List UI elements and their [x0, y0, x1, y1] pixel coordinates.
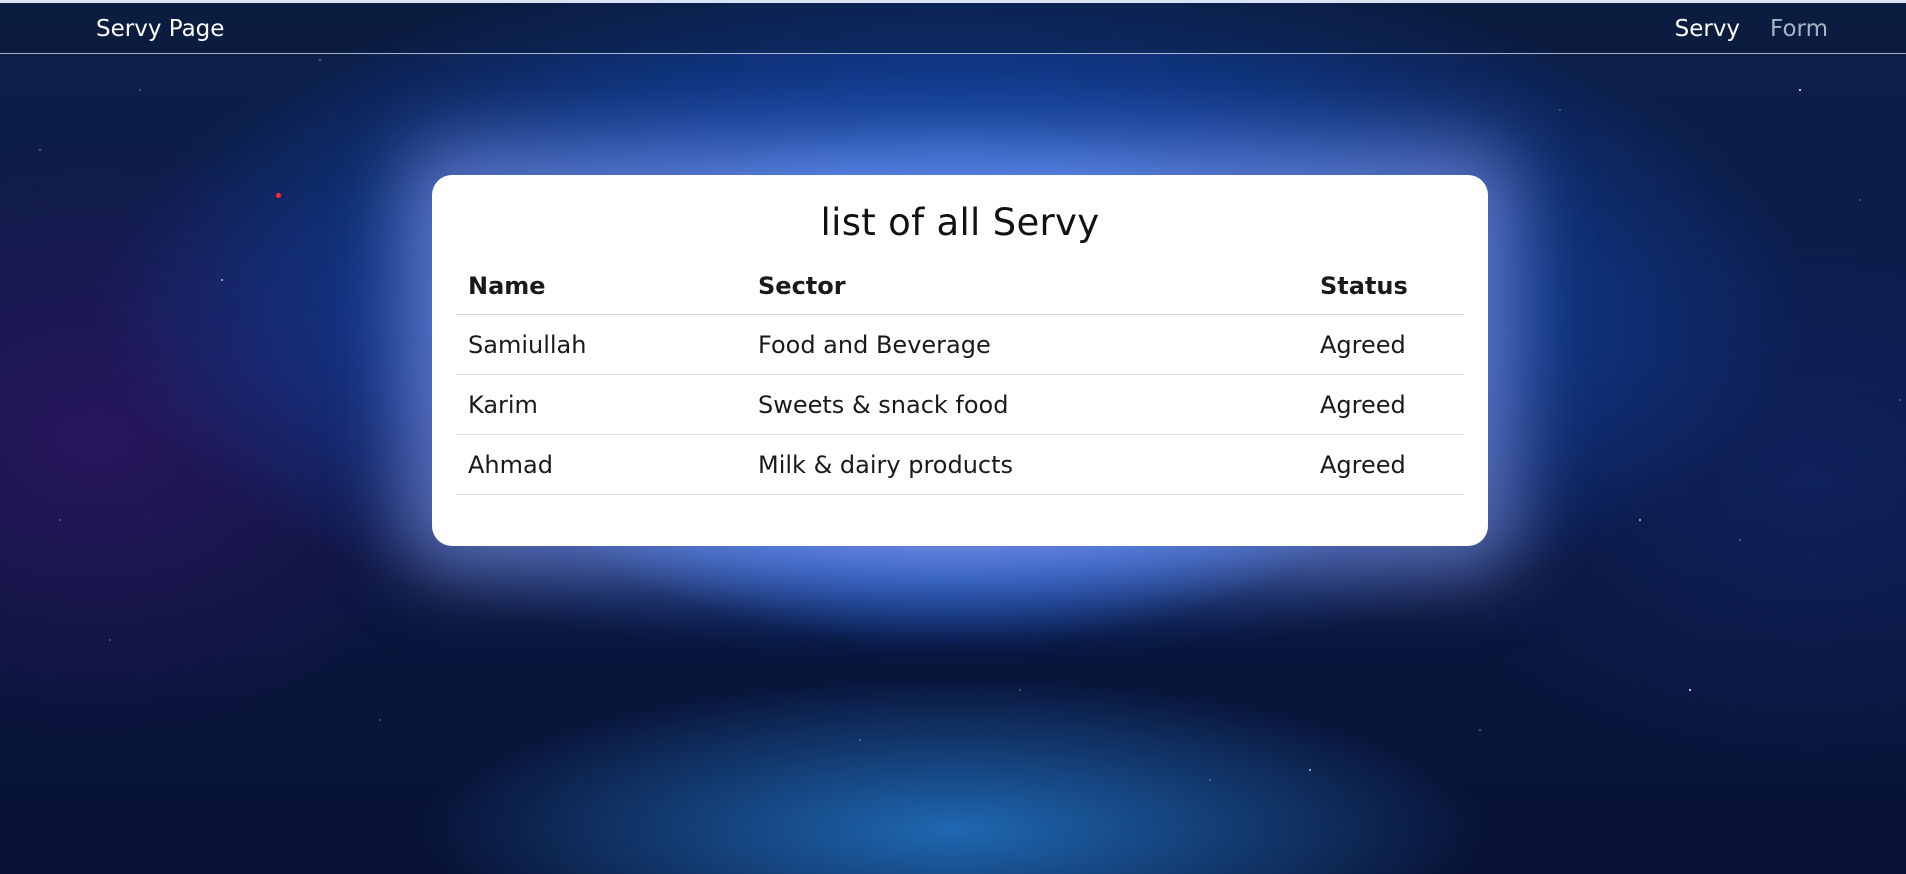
cell-status: Agreed — [1308, 374, 1464, 435]
cell-name: Ahmad — [456, 434, 746, 495]
cell-sector: Milk & dairy products — [746, 434, 1308, 495]
cell-name: Samiullah — [456, 314, 746, 375]
table-row: Samiullah Food and Beverage Agreed — [456, 314, 1464, 375]
cell-name: Karim — [456, 374, 746, 435]
cell-sector: Sweets & snack food — [746, 374, 1308, 435]
nav-link-form[interactable]: Form — [1770, 16, 1828, 42]
table-header-row: Name Sector Status — [456, 258, 1464, 315]
top-navbar: Servy Page Servy Form — [0, 0, 1906, 54]
cell-sector: Food and Beverage — [746, 314, 1308, 375]
header-sector: Sector — [746, 258, 1308, 315]
cell-status: Agreed — [1308, 434, 1464, 495]
nav-link-servy[interactable]: Servy — [1675, 16, 1740, 42]
servy-list-card: list of all Servy Name Sector Status Sam… — [432, 175, 1488, 546]
nav-links: Servy Form — [1675, 16, 1828, 42]
page-title: list of all Servy — [820, 201, 1100, 244]
cell-status: Agreed — [1308, 314, 1464, 375]
table-row: Ahmad Milk & dairy products Agreed — [456, 434, 1464, 495]
cursor-dot — [276, 193, 281, 198]
header-name: Name — [456, 258, 746, 315]
servy-table: Name Sector Status Samiullah Food and Be… — [456, 258, 1464, 495]
table-row: Karim Sweets & snack food Agreed — [456, 374, 1464, 435]
header-status: Status — [1308, 258, 1464, 315]
brand-link[interactable]: Servy Page — [96, 16, 224, 42]
